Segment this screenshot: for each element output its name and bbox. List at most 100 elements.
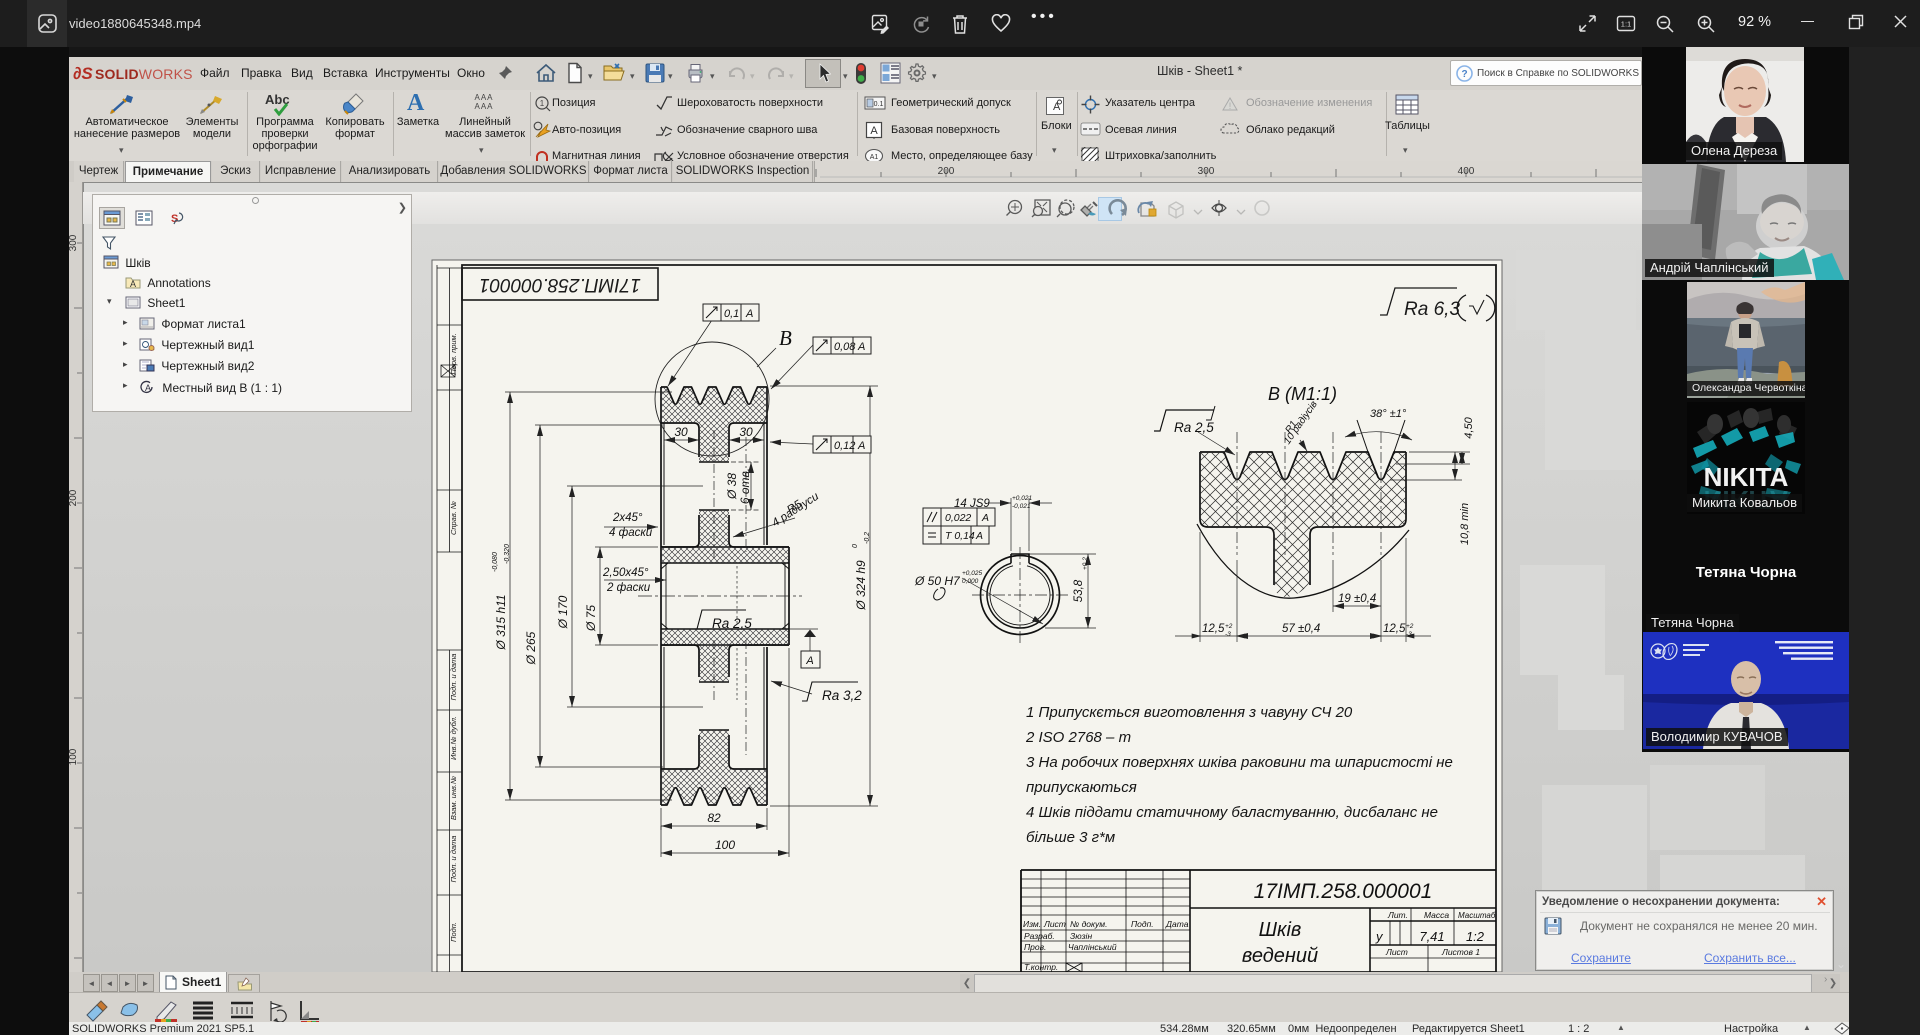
- svg-text:17ІМП.258.000001: 17ІМП.258.000001: [1254, 880, 1433, 903]
- svg-text:Изм.: Изм.: [1023, 919, 1041, 929]
- svg-text:0,022: 0,022: [945, 512, 971, 524]
- svg-text:100: 100: [69, 748, 79, 765]
- svg-text:Ra 2,5: Ra 2,5: [1174, 420, 1214, 435]
- svg-text:57 ±0,4: 57 ±0,4: [1282, 623, 1320, 635]
- svg-text:10,8 min: 10,8 min: [1459, 503, 1471, 545]
- svg-text:A: A: [145, 383, 151, 393]
- svg-text:12,5: 12,5: [1383, 623, 1406, 635]
- svg-text:A: A: [805, 655, 813, 667]
- svg-text:400: 400: [1458, 166, 1475, 177]
- svg-text:Ra 6,3: Ra 6,3: [1404, 299, 1460, 320]
- svg-text:1:2: 1:2: [1466, 929, 1485, 944]
- svg-text:6 отв.: 6 отв.: [738, 468, 752, 504]
- svg-text:Ø 265: Ø 265: [524, 631, 538, 665]
- svg-text:+0,025: +0,025: [962, 570, 982, 577]
- svg-text:Подп. и дата: Подп. и дата: [449, 836, 458, 883]
- svg-text:-3: -3: [1406, 631, 1412, 638]
- svg-text:Лит.: Лит.: [1387, 910, 1408, 920]
- svg-text:4,50: 4,50: [1463, 416, 1475, 438]
- svg-text:В (М1:1): В (М1:1): [1268, 384, 1337, 404]
- svg-text:A: A: [745, 308, 753, 320]
- svg-text:2 ISO 2768 – m: 2 ISO 2768 – m: [1025, 729, 1131, 746]
- svg-text:Инв.№ дубл.: Инв.№ дубл.: [449, 716, 458, 760]
- svg-text:82: 82: [707, 811, 721, 825]
- svg-text:30: 30: [739, 425, 753, 439]
- svg-text:Ø 315 h11: Ø 315 h11: [494, 594, 508, 650]
- svg-text:B: B: [779, 326, 792, 350]
- svg-text:2,50x45°: 2,50x45°: [602, 567, 649, 579]
- svg-text:0.1: 0.1: [874, 101, 884, 108]
- svg-text:4 Шків піддати статичному бала: 4 Шків піддати статичному баластуванню, …: [1026, 804, 1438, 821]
- svg-text:300: 300: [69, 234, 79, 251]
- svg-text:Чаплінський: Чаплінський: [1068, 942, 1117, 952]
- svg-text:Ra 3,2: Ra 3,2: [822, 688, 862, 703]
- svg-text:-0,021: -0,021: [1012, 503, 1031, 510]
- svg-text:Ø 38: Ø 38: [725, 473, 739, 500]
- svg-text:+0,021: +0,021: [1012, 495, 1032, 502]
- svg-text:-0,2: -0,2: [864, 532, 871, 544]
- svg-text:Ø 170: Ø 170: [556, 595, 570, 629]
- svg-text:A: A: [870, 125, 878, 137]
- svg-text:Справ. №: Справ. №: [449, 501, 458, 535]
- svg-text:A: A: [130, 279, 136, 289]
- svg-text:Ø 75: Ø 75: [584, 605, 598, 632]
- svg-text:Зюзін: Зюзін: [1070, 931, 1092, 941]
- svg-text:Лист: Лист: [1043, 919, 1066, 929]
- svg-text:Подп.: Подп.: [449, 922, 458, 942]
- svg-text:200: 200: [938, 166, 955, 177]
- svg-text:A: A: [981, 512, 989, 524]
- svg-text:0,08: 0,08: [834, 341, 856, 353]
- svg-text:7,41: 7,41: [1419, 929, 1444, 944]
- svg-text:Листов 1: Листов 1: [1441, 947, 1480, 957]
- svg-text:Дата: Дата: [1165, 919, 1189, 929]
- svg-text:Подп. и дата: Подп. и дата: [449, 654, 458, 701]
- svg-text:-0,080: -0,080: [492, 552, 499, 572]
- svg-text:38° ±1°: 38° ±1°: [1370, 408, 1407, 420]
- svg-text:Лист: Лист: [1385, 947, 1408, 957]
- svg-text:2x45°: 2x45°: [612, 512, 643, 524]
- svg-text:Взам. инв.№: Взам. инв.№: [449, 776, 458, 820]
- svg-text:100: 100: [715, 838, 735, 852]
- svg-text:!: !: [1229, 101, 1232, 111]
- svg-text:Масса: Масса: [1424, 910, 1449, 920]
- svg-text:0,1: 0,1: [724, 308, 739, 320]
- svg-text:Пров.: Пров.: [1024, 942, 1046, 952]
- svg-text:14 JS9: 14 JS9: [954, 498, 990, 510]
- svg-text:2 фаски: 2 фаски: [606, 582, 651, 594]
- svg-text:300: 300: [1198, 166, 1215, 177]
- svg-text:0: 0: [852, 544, 859, 548]
- svg-text:-3: -3: [1225, 631, 1231, 638]
- svg-text:ведений: ведений: [1242, 945, 1318, 967]
- svg-text:№ докум.: № докум.: [1070, 919, 1107, 929]
- svg-text:53,8: 53,8: [1073, 579, 1085, 602]
- svg-text:A: A: [975, 530, 983, 542]
- svg-text:A: A: [1053, 101, 1061, 113]
- svg-text:4 фаски: 4 фаски: [609, 527, 653, 539]
- svg-text:1:1: 1:1: [1621, 20, 1631, 29]
- svg-text:Ø 50 H7: Ø 50 H7: [914, 574, 961, 588]
- svg-text:T 0,14: T 0,14: [945, 530, 975, 542]
- svg-text:A1: A1: [870, 154, 879, 161]
- svg-text:Разраб.: Разраб.: [1024, 931, 1055, 941]
- svg-text:Т.контр.: Т.контр.: [1024, 962, 1058, 972]
- svg-text:?: ?: [1461, 69, 1467, 80]
- svg-text:A: A: [857, 440, 865, 452]
- svg-text:Масштаб: Масштаб: [1458, 911, 1496, 920]
- svg-text:0,12: 0,12: [834, 440, 855, 452]
- svg-text:Ø 324 h9: Ø 324 h9: [854, 560, 868, 611]
- svg-text:+2: +2: [1225, 623, 1233, 630]
- svg-text:A: A: [857, 341, 865, 353]
- svg-text:Ra 2,5: Ra 2,5: [712, 616, 752, 631]
- svg-text:0,000: 0,000: [962, 578, 979, 585]
- svg-text:більше 3 г*м: більше 3 г*м: [1026, 829, 1115, 846]
- svg-text:Подп.: Подп.: [1131, 919, 1154, 929]
- svg-text:19 ±0,4: 19 ±0,4: [1338, 593, 1376, 605]
- svg-text:припускаються: припускаються: [1026, 779, 1137, 796]
- svg-text:17ІМП.258.000001: 17ІМП.258.000001: [479, 274, 641, 295]
- svg-text:200: 200: [69, 489, 79, 506]
- svg-text:30: 30: [674, 425, 688, 439]
- svg-text:12,5: 12,5: [1202, 623, 1225, 635]
- svg-text:+0,2: +0,2: [1082, 557, 1089, 570]
- svg-text:1 Припускється виготовлення з: 1 Припускється виготовлення з чавуну СЧ …: [1026, 704, 1353, 721]
- svg-text:3 На робочих поверхнях шківа р: 3 На робочих поверхнях шківа раковини та…: [1026, 754, 1453, 771]
